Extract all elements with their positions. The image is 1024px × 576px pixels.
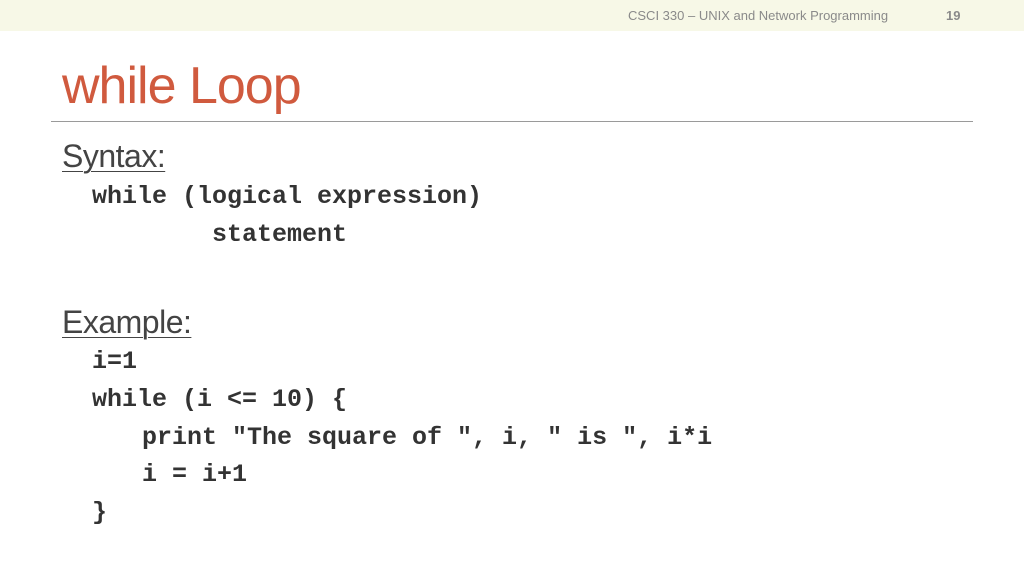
slide-title: while Loop: [62, 57, 302, 115]
example-label: Example:: [62, 304, 192, 340]
example-line-2: while (i <= 10) {: [92, 385, 348, 414]
slide-number: 19: [946, 8, 961, 23]
course-title: CSCI 330 – UNIX and Network Programming: [628, 8, 889, 23]
syntax-line-1: while (logical expression): [92, 182, 483, 211]
title-divider: [51, 121, 973, 122]
syntax-line-2: statement: [212, 220, 348, 249]
example-line-3: print "The square of ", i, " is ", i*i: [142, 423, 713, 452]
example-line-5: }: [92, 498, 108, 527]
example-line-4: i = i+1: [142, 460, 248, 489]
example-line-1: i=1: [92, 347, 138, 376]
syntax-label: Syntax:: [62, 138, 166, 174]
